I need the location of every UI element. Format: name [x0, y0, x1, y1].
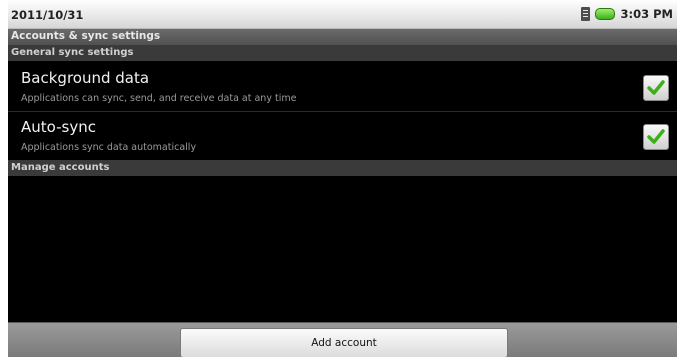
section-header-label: General sync settings: [11, 47, 134, 58]
section-header-label: Manage accounts: [11, 162, 110, 173]
auto-sync-checkbox[interactable]: [643, 124, 669, 150]
add-account-button[interactable]: Add account: [180, 328, 508, 357]
section-header-manage: Manage accounts: [8, 160, 677, 176]
background-data-checkbox[interactable]: [643, 75, 669, 101]
check-icon: [647, 129, 665, 144]
status-icons: 3:03 PM: [580, 6, 673, 22]
title-bar: Accounts & sync settings: [8, 29, 677, 45]
status-time: 3:03 PM: [620, 7, 673, 21]
sim-signal-icon: [580, 7, 590, 21]
setting-summary: Applications sync data automatically: [21, 142, 197, 153]
setting-summary: Applications can sync, send, and receive…: [21, 93, 297, 104]
setting-title: Background data: [21, 69, 150, 87]
check-icon: [647, 80, 665, 95]
setting-auto-sync[interactable]: Auto-sync Applications sync data automat…: [8, 112, 677, 160]
setting-title: Auto-sync: [21, 118, 96, 136]
status-date: 2011/10/31: [11, 8, 84, 22]
page-title: Accounts & sync settings: [11, 30, 161, 42]
setting-background-data[interactable]: Background data Applications can sync, s…: [8, 63, 677, 111]
section-header-general: General sync settings: [8, 45, 677, 61]
device-screen: 2011/10/31 3:03 PM Accounts & sync setti…: [8, 0, 677, 357]
battery-icon: [594, 8, 615, 20]
bottom-bar: Add account: [8, 322, 677, 357]
status-bar: 2011/10/31 3:03 PM: [8, 0, 677, 29]
